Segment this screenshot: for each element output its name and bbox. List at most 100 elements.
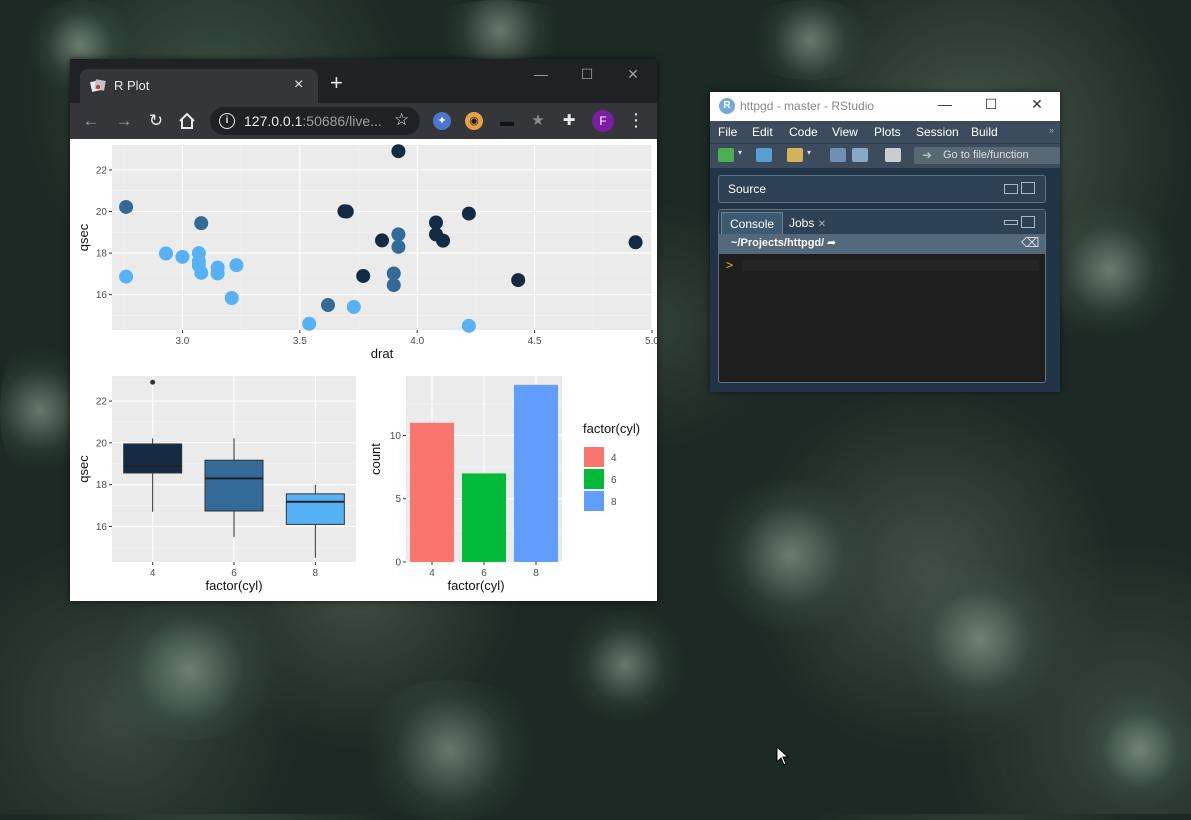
scatter-point — [191, 246, 206, 261]
menu-bar: File Edit Code View Plots Session Build … — [710, 121, 1060, 143]
extension-shield-icon[interactable]: ✦ — [433, 112, 451, 130]
maximize-button[interactable]: ☐ — [976, 96, 1006, 113]
y-axis-title: count — [368, 443, 383, 475]
browser-tab[interactable]: R Plot × — [80, 69, 318, 103]
y-axis-title: qsec — [76, 223, 91, 251]
scatter-point — [119, 199, 134, 214]
console-input[interactable] — [743, 260, 1039, 271]
browser-titlebar: R Plot × + — ☐ ✕ — [70, 59, 657, 103]
menu-edit[interactable]: Edit — [752, 125, 773, 139]
scatter-point — [159, 246, 173, 261]
scatter-point — [436, 233, 451, 248]
new-file-dropdown-icon[interactable]: ▾ — [738, 148, 744, 162]
open-file-dropdown-icon[interactable]: ▾ — [807, 148, 813, 162]
scatter-point — [210, 260, 225, 275]
forward-arrow-icon[interactable]: → — [113, 110, 135, 132]
scatter-point — [229, 258, 244, 273]
y-tick-label: 22 — [96, 165, 108, 176]
y-tick-label: 5 — [395, 494, 401, 505]
x-tick-label: 4 — [429, 568, 435, 579]
go-to-arrow-icon: ➜ — [922, 148, 933, 162]
scatter-point — [386, 266, 401, 281]
menu-overflow-icon[interactable]: » — [1049, 125, 1054, 135]
extension-star-icon[interactable]: ★ — [529, 112, 547, 130]
rstudio-toolbar: ▾ ▾ ➜ Go to file/function — [710, 143, 1060, 168]
maximize-button[interactable]: ☐ — [564, 65, 610, 83]
legend-title: factor(cyl) — [583, 421, 640, 436]
tab-close-icon[interactable]: ✕ — [818, 219, 826, 230]
working-directory[interactable]: ~/Projects/httpgd/ — [731, 237, 824, 249]
save-all-icon[interactable] — [852, 148, 868, 162]
bookmark-star-icon[interactable]: ☆ — [394, 110, 409, 130]
menu-file[interactable]: File — [718, 125, 737, 139]
site-info-icon[interactable]: i — [219, 113, 235, 129]
y-axis-title: qsec — [76, 455, 91, 483]
browser-window: R Plot × + — ☐ ✕ ← → ↻ i 127.0.0.1:50686… — [70, 59, 659, 601]
scatter-point — [375, 233, 389, 248]
r-plot-favicon-icon — [90, 79, 106, 92]
new-tab-button[interactable]: + — [330, 72, 343, 94]
scatter-point — [628, 235, 643, 250]
y-tick-label: 18 — [96, 480, 108, 491]
legend-label: 8 — [611, 497, 617, 508]
extension-owl-icon[interactable]: ◉ — [465, 112, 483, 130]
browser-menu-icon[interactable]: ⋮ — [627, 109, 645, 131]
extensions-puzzle-icon[interactable]: ✚ — [560, 112, 578, 130]
profile-avatar[interactable]: F — [592, 110, 614, 132]
tab-close-icon[interactable]: × — [294, 76, 303, 94]
open-file-icon[interactable] — [787, 148, 803, 162]
rstudio-logo-icon: R — [719, 98, 735, 114]
x-tick-label: 5.0 — [645, 336, 657, 347]
go-to-directory-icon[interactable]: ➦ — [827, 236, 836, 249]
address-bar[interactable]: i 127.0.0.1:50686/live... ☆ — [210, 107, 420, 135]
y-tick-label: 18 — [96, 249, 108, 260]
console-pane: Console Jobs ✕ ~/Projects/httpgd/ ➦ ⌫ > — [718, 209, 1046, 383]
source-pane[interactable]: Source — [718, 175, 1046, 203]
legend-label: 4 — [611, 453, 617, 464]
y-tick-label: 10 — [390, 431, 402, 442]
close-window-button[interactable]: ✕ — [610, 65, 656, 83]
home-icon[interactable] — [176, 110, 198, 132]
print-icon[interactable] — [885, 148, 901, 162]
pane-maximize-icon[interactable] — [1021, 182, 1035, 194]
menu-view[interactable]: View — [832, 125, 858, 139]
menu-code[interactable]: Code — [789, 125, 818, 139]
window-title: httpgd - master - RStudio — [740, 99, 875, 113]
menu-build[interactable]: Build — [971, 125, 998, 139]
url-text[interactable]: 127.0.0.1:50686/live... — [244, 113, 382, 129]
new-project-icon[interactable] — [756, 148, 772, 162]
save-icon[interactable] — [830, 148, 846, 162]
tab-jobs[interactable]: Jobs ✕ — [781, 212, 834, 234]
tab-console[interactable]: Console — [721, 212, 784, 235]
menu-plots[interactable]: Plots — [874, 125, 901, 139]
clear-console-icon[interactable]: ⌫ — [1021, 235, 1039, 251]
extension-mask-icon[interactable]: ▬ — [498, 112, 516, 130]
scatter-point — [391, 227, 406, 242]
y-tick-label: 0 — [395, 558, 401, 569]
scatter-point — [461, 206, 476, 221]
reload-icon[interactable]: ↻ — [145, 110, 167, 132]
pane-minimize-icon[interactable] — [1004, 220, 1018, 225]
console-path-bar: ~/Projects/httpgd/ ➦ ⌫ — [719, 234, 1045, 254]
new-file-icon[interactable] — [718, 148, 734, 162]
menu-session[interactable]: Session — [916, 125, 959, 139]
minimize-button[interactable]: — — [930, 96, 960, 112]
scatter-point — [461, 318, 476, 333]
scatter-point — [302, 316, 317, 331]
pane-minimize-icon[interactable] — [1004, 184, 1018, 194]
scatter-point — [356, 268, 371, 283]
console-tabs: Console Jobs ✕ — [719, 210, 1045, 235]
back-arrow-icon[interactable]: ← — [80, 110, 102, 132]
source-pane-title: Source — [728, 182, 767, 196]
console-prompt: > — [726, 258, 734, 272]
x-tick-label: 4 — [150, 568, 156, 579]
go-to-file-input[interactable]: ➜ Go to file/function — [914, 147, 1060, 164]
minimize-button[interactable]: — — [518, 65, 564, 83]
box-outlier — [150, 379, 156, 385]
y-tick-label: 16 — [96, 522, 108, 533]
pane-maximize-icon[interactable] — [1021, 216, 1035, 228]
close-window-button[interactable]: ✕ — [1022, 96, 1052, 113]
scatter-point — [346, 299, 361, 314]
y-tick-label: 20 — [96, 207, 108, 218]
scatter-point — [511, 273, 526, 288]
